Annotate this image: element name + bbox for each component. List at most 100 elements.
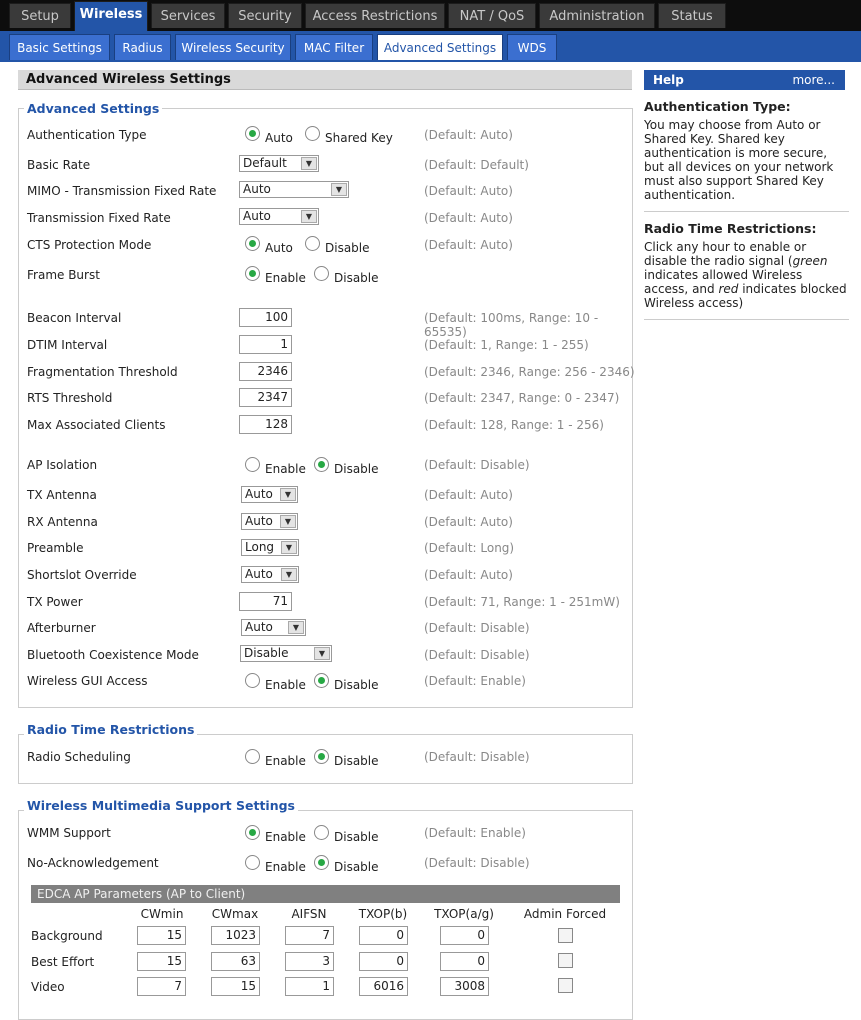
afterburner-select[interactable]: Auto ▼ (241, 619, 306, 636)
tx-power-input[interactable]: 71 (239, 592, 292, 611)
video-cwmax-input[interactable]: 15 (211, 977, 260, 996)
gui-access-disable-radio[interactable] (314, 673, 329, 688)
frame-burst-enable-radio[interactable] (245, 266, 260, 281)
noack-disable-radio[interactable] (314, 855, 329, 870)
subtab-advanced-settings[interactable]: Advanced Settings (377, 34, 503, 60)
video-aifsn-input[interactable]: 1 (285, 977, 334, 996)
wmm-support-disable-label: Disable (334, 830, 379, 844)
preamble-label: Preamble (27, 541, 84, 555)
subtab-radius[interactable]: Radius (114, 34, 171, 60)
basic-rate-select[interactable]: Default ▼ (239, 155, 319, 172)
ap-isolation-disable-radio[interactable] (314, 457, 329, 472)
cts-disable-radio[interactable] (305, 236, 320, 251)
best-effort-cwmax-input[interactable]: 63 (211, 952, 260, 971)
background-cwmax-input[interactable]: 1023 (211, 926, 260, 945)
background-admin-forced-checkbox[interactable] (558, 928, 573, 943)
video-txop-b-input[interactable]: 6016 (359, 977, 408, 996)
dtim-input[interactable]: 1 (239, 335, 292, 354)
advanced-settings-fieldset (18, 108, 633, 708)
chevron-down-icon: ▼ (280, 488, 296, 501)
chevron-down-icon: ▼ (314, 647, 330, 660)
gui-access-default: (Default: Enable) (424, 674, 526, 688)
radio-scheduling-disable-radio[interactable] (314, 749, 329, 764)
background-txop-b-input[interactable]: 0 (359, 926, 408, 945)
tab-access-restrictions[interactable]: Access Restrictions (305, 3, 445, 28)
mimo-rate-label: MIMO - Transmission Fixed Rate (27, 184, 217, 198)
noack-enable-radio[interactable] (245, 855, 260, 870)
auth-type-label: Authentication Type (27, 128, 147, 142)
edca-header: EDCA AP Parameters (AP to Client) (31, 885, 620, 903)
cts-auto-radio[interactable] (245, 236, 260, 251)
top-nav: Setup Wireless Services Security Access … (0, 0, 861, 31)
best-effort-txop-b-input[interactable]: 0 (359, 952, 408, 971)
bluetooth-select[interactable]: Disable ▼ (240, 645, 332, 662)
col-cwmin: CWmin (140, 907, 184, 921)
rx-antenna-value: Auto (245, 514, 273, 528)
best-effort-aifsn-input[interactable]: 3 (285, 952, 334, 971)
frag-input[interactable]: 2346 (239, 362, 292, 381)
tx-rate-default: (Default: Auto) (424, 211, 513, 225)
max-clients-label: Max Associated Clients (27, 418, 166, 432)
video-cwmin-input[interactable]: 7 (137, 977, 186, 996)
wmm-support-enable-radio[interactable] (245, 825, 260, 840)
chevron-down-icon: ▼ (281, 568, 297, 581)
shortslot-select[interactable]: Auto ▼ (241, 566, 299, 583)
frame-burst-disable-radio[interactable] (314, 266, 329, 281)
gui-access-label: Wireless GUI Access (27, 674, 148, 688)
frag-default: (Default: 2346, Range: 256 - 2346) (424, 365, 635, 379)
subtab-mac-filter[interactable]: MAC Filter (295, 34, 373, 60)
ap-isolation-enable-radio[interactable] (245, 457, 260, 472)
background-txop-ag-input[interactable]: 0 (440, 926, 489, 945)
video-txop-ag-input[interactable]: 3008 (440, 977, 489, 996)
rts-input[interactable]: 2347 (239, 388, 292, 407)
sub-nav: Basic Settings Radius Wireless Security … (0, 31, 861, 62)
subtab-basic-settings[interactable]: Basic Settings (9, 34, 110, 60)
tx-rate-select[interactable]: Auto ▼ (239, 208, 319, 225)
help-more-link[interactable]: more... (792, 70, 835, 90)
background-aifsn-input[interactable]: 7 (285, 926, 334, 945)
gui-access-enable-radio[interactable] (245, 673, 260, 688)
col-aifsn: AIFSN (291, 907, 327, 921)
beacon-input[interactable]: 100 (239, 308, 292, 327)
best-effort-cwmin-input[interactable]: 15 (137, 952, 186, 971)
help-radio-text: Click any hour to enable or disable the … (644, 240, 849, 310)
auth-type-auto-radio[interactable] (245, 126, 260, 141)
chevron-down-icon: ▼ (281, 541, 297, 554)
gui-access-enable-label: Enable (265, 678, 306, 692)
subtab-wireless-security[interactable]: Wireless Security (175, 34, 291, 60)
rts-default: (Default: 2347, Range: 0 - 2347) (424, 391, 620, 405)
frame-burst-label: Frame Burst (27, 268, 100, 282)
preamble-select[interactable]: Long ▼ (241, 539, 299, 556)
help-divider (644, 211, 849, 212)
help-radio-title: Radio Time Restrictions: (644, 221, 817, 236)
tab-security[interactable]: Security (228, 3, 302, 28)
video-admin-forced-checkbox[interactable] (558, 978, 573, 993)
help-radio-red: red (718, 282, 739, 296)
best-effort-admin-forced-checkbox[interactable] (558, 953, 573, 968)
subtab-wds[interactable]: WDS (507, 34, 557, 60)
tab-services[interactable]: Services (151, 3, 225, 28)
auth-type-shared-radio[interactable] (305, 126, 320, 141)
rx-antenna-select[interactable]: Auto ▼ (241, 513, 298, 530)
background-cwmin-input[interactable]: 15 (137, 926, 186, 945)
wmm-support-disable-radio[interactable] (314, 825, 329, 840)
radio-scheduling-enable-radio[interactable] (245, 749, 260, 764)
tab-setup[interactable]: Setup (9, 3, 71, 28)
max-clients-input[interactable]: 128 (239, 415, 292, 434)
max-clients-default: (Default: 128, Range: 1 - 256) (424, 418, 604, 432)
tx-antenna-select[interactable]: Auto ▼ (241, 486, 298, 503)
ap-isolation-default: (Default: Disable) (424, 458, 530, 472)
chevron-down-icon: ▼ (301, 210, 317, 223)
help-radio-text-1: Click any hour to enable or disable the … (644, 240, 807, 268)
tab-wireless[interactable]: Wireless (74, 1, 148, 31)
beacon-label: Beacon Interval (27, 311, 122, 325)
tab-nat-qos[interactable]: NAT / QoS (448, 3, 536, 28)
mimo-rate-value: Auto (243, 182, 271, 196)
mimo-rate-default: (Default: Auto) (424, 184, 513, 198)
best-effort-txop-ag-input[interactable]: 0 (440, 952, 489, 971)
mimo-rate-select[interactable]: Auto ▼ (239, 181, 349, 198)
basic-rate-label: Basic Rate (27, 158, 91, 172)
tab-status[interactable]: Status (658, 3, 726, 28)
tx-antenna-value: Auto (245, 487, 273, 501)
tab-administration[interactable]: Administration (539, 3, 655, 28)
